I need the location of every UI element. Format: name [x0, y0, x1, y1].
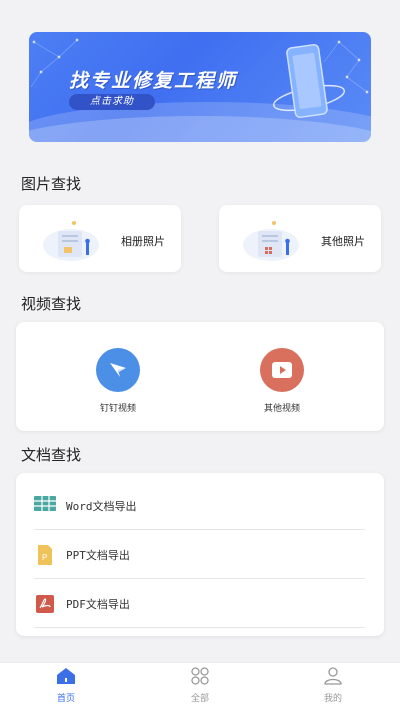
- word-export-row[interactable]: Word文档导出: [34, 481, 365, 530]
- word-table-icon: [34, 496, 56, 511]
- pdf-export-row[interactable]: PDF文档导出: [34, 579, 365, 628]
- other-video-item[interactable]: 其他视频: [242, 348, 322, 414]
- paper-plane-icon: [96, 348, 140, 392]
- docs-card: Word文档导出 P PPT文档导出 PDF文档导出: [16, 473, 384, 636]
- phone-illustration: [272, 44, 346, 118]
- user-icon: [324, 667, 342, 685]
- grid-icon: [191, 667, 209, 685]
- banner-title: 找专业修复工程师: [69, 70, 238, 92]
- help-button[interactable]: 点击求助: [69, 94, 155, 110]
- pdf-export-label: PDF文档导出: [66, 598, 130, 611]
- photo-illustration-icon: [243, 221, 299, 261]
- tab-home[interactable]: 首页: [36, 667, 96, 704]
- tab-mine[interactable]: 我的: [303, 667, 363, 704]
- tab-home-label: 首页: [56, 694, 75, 704]
- video-section-title: 视频查找: [21, 295, 82, 313]
- dingtalk-video-label: 钉钉视频: [99, 404, 136, 414]
- video-card: 钉钉视频 其他视频: [16, 322, 384, 431]
- tab-all-label: 全部: [190, 694, 209, 704]
- tab-mine-label: 我的: [323, 694, 342, 704]
- dingtalk-video-item[interactable]: 钉钉视频: [78, 348, 158, 414]
- play-icon: [260, 348, 304, 392]
- other-video-label: 其他视频: [263, 404, 300, 414]
- ppt-file-icon: P: [38, 545, 52, 565]
- other-photos-label: 其他照片: [321, 235, 365, 248]
- svg-text:P: P: [42, 553, 47, 562]
- word-export-label: Word文档导出: [66, 500, 137, 513]
- album-photos-card[interactable]: 相册照片: [19, 205, 181, 272]
- ppt-export-label: PPT文档导出: [66, 549, 130, 562]
- photo-illustration-icon: [43, 221, 99, 261]
- pdf-file-icon: [36, 595, 54, 613]
- home-icon: [57, 668, 75, 684]
- bottom-tab-bar: 首页 全部 我的: [0, 662, 400, 711]
- ppt-export-row[interactable]: P PPT文档导出: [34, 530, 365, 579]
- other-photos-card[interactable]: 其他照片: [219, 205, 381, 272]
- docs-section-title: 文档查找: [21, 446, 82, 464]
- tab-all[interactable]: 全部: [170, 667, 230, 704]
- status-bar-area: [0, 0, 400, 26]
- album-photos-label: 相册照片: [121, 235, 165, 248]
- photo-section-title: 图片查找: [21, 175, 82, 193]
- help-banner[interactable]: 找专业修复工程师 点击求助: [29, 32, 371, 142]
